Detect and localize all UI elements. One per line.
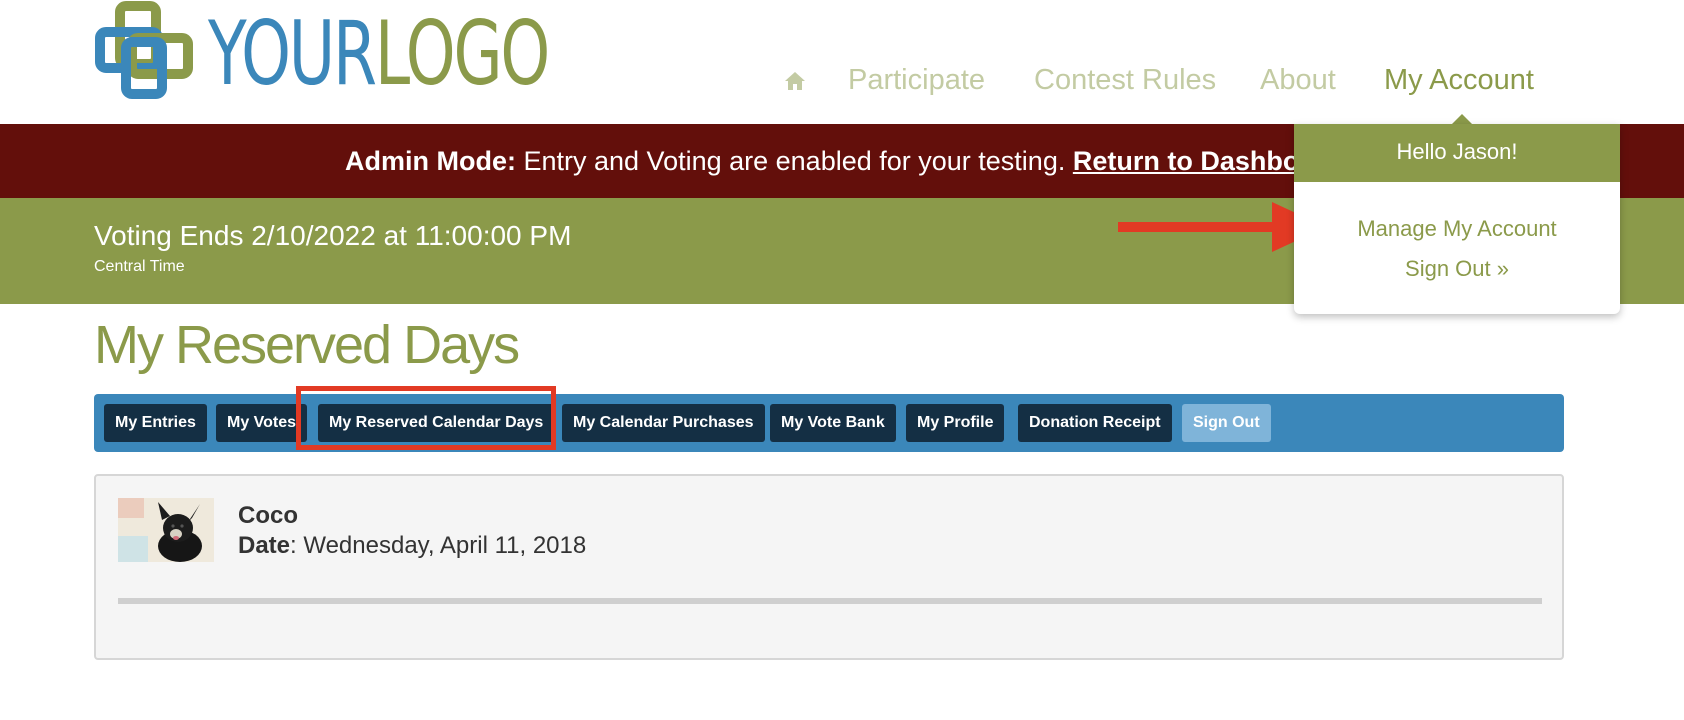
main-nav: Participate Contest Rules About My Accou… (0, 60, 1684, 104)
dropdown-sign-out-link[interactable]: Sign Out » (1294, 256, 1620, 282)
card-divider (118, 598, 1542, 604)
tab-my-calendar-purchases[interactable]: My Calendar Purchases (562, 404, 765, 442)
nav-my-account[interactable]: My Account (1384, 64, 1534, 97)
admin-mode-text: Entry and Voting are enabled for your te… (515, 146, 1073, 176)
voting-ends-text: Voting Ends 2/10/2022 at 11:00:00 PM (94, 220, 572, 251)
dropdown-caret-icon (1452, 114, 1472, 124)
account-dropdown: Hello Jason! Manage My Account Sign Out … (1294, 124, 1620, 314)
entry-date: Date: Wednesday, April 11, 2018 (238, 532, 586, 560)
tab-my-votes[interactable]: My Votes (216, 404, 308, 442)
entry-photo[interactable] (118, 498, 214, 562)
timezone-text: Central Time (94, 258, 185, 275)
page-title: My Reserved Days (94, 315, 520, 375)
admin-mode-message: Admin Mode: Entry and Voting are enabled… (345, 124, 1341, 198)
manage-my-account-link[interactable]: Manage My Account (1294, 216, 1620, 242)
annotation-highlight-box (296, 386, 556, 450)
tab-sign-out[interactable]: Sign Out (1182, 404, 1271, 442)
entry-date-value: : Wednesday, April 11, 2018 (290, 532, 587, 559)
dog-photo-icon (118, 498, 214, 562)
tab-donation-receipt[interactable]: Donation Receipt (1018, 404, 1172, 442)
nav-participate[interactable]: Participate (848, 64, 985, 97)
home-icon (785, 72, 805, 90)
nav-home-link[interactable] (784, 66, 806, 99)
entry-name: Coco (238, 502, 298, 529)
entry-date-label: Date (238, 532, 291, 559)
nav-contest-rules[interactable]: Contest Rules (1034, 64, 1216, 97)
reserved-day-card: Coco Date: Wednesday, April 11, 2018 (94, 474, 1564, 660)
tab-my-entries[interactable]: My Entries (104, 404, 207, 442)
nav-about[interactable]: About (1260, 64, 1336, 97)
tab-my-vote-bank[interactable]: My Vote Bank (770, 404, 896, 442)
dropdown-greeting: Hello Jason! (1294, 124, 1620, 182)
tab-my-profile[interactable]: My Profile (906, 404, 1005, 442)
admin-mode-label: Admin Mode: (345, 146, 516, 176)
